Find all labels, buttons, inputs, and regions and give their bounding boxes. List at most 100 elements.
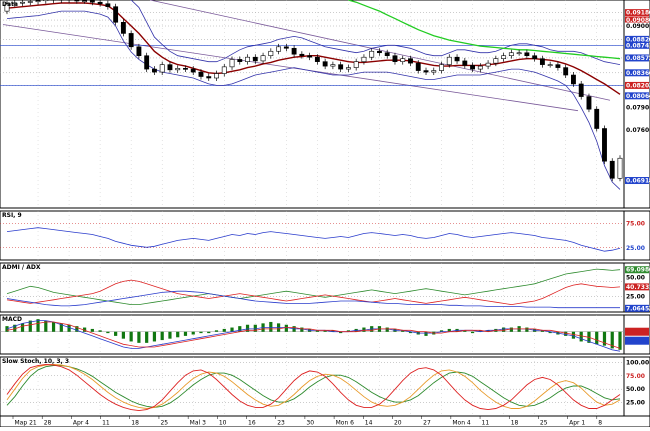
date-tick-label: 30 <box>306 420 314 427</box>
candle-body <box>207 77 211 78</box>
date-tick-label: 18 <box>511 420 519 427</box>
date-tick-label: 14 <box>365 420 373 427</box>
candle-body <box>253 57 257 61</box>
date-tick-label: Mal 3 <box>190 420 206 427</box>
macd-panel: MACD <box>0 315 650 354</box>
stoch-tick-label: 50.00 <box>626 386 645 393</box>
macd-histogram-bar <box>618 332 621 350</box>
macd-histogram-bar <box>285 325 288 332</box>
candle-body <box>408 59 412 63</box>
macd-histogram-bar <box>184 332 187 336</box>
candle-body <box>261 56 265 61</box>
macd-histogram-bar <box>386 328 389 332</box>
candle-body <box>191 69 195 72</box>
macd-histogram-bar <box>145 332 148 343</box>
candle-body <box>300 54 304 55</box>
candle-body <box>168 65 172 70</box>
candle-body <box>362 57 366 61</box>
rsi-panel-title: RSI, 9 <box>2 212 22 219</box>
candle-body <box>90 1 94 2</box>
macd-histogram-bar <box>502 328 505 332</box>
candle-body <box>439 65 443 71</box>
macd-panel-frame <box>0 315 624 354</box>
candle-body <box>377 51 381 52</box>
macd-histogram-bar <box>153 332 156 342</box>
candle-body <box>292 48 296 54</box>
candle-body <box>447 57 451 64</box>
candle-body <box>602 129 606 162</box>
candle-body <box>401 59 405 62</box>
adx-tick-label: 50.00 <box>626 275 645 282</box>
stoch-panel: Slow Stoch, 10, 3, 3100.0075.0050.0025.0… <box>0 357 650 416</box>
candle-body <box>160 65 164 72</box>
candle-body <box>424 71 428 72</box>
candle-body <box>145 56 149 69</box>
candle-body <box>199 72 203 76</box>
candle-body <box>276 47 280 51</box>
adx-panel-title: ADMI / ADX <box>2 264 41 271</box>
macd-histogram-bar <box>199 332 202 333</box>
price-tick-label: 0.09180 <box>626 10 650 17</box>
rsi-panel-frame <box>0 211 624 260</box>
adx-green-readout: 69.09860 <box>626 267 650 274</box>
price-tick-label: 0.07900 <box>626 105 650 112</box>
candle-body <box>284 47 288 48</box>
candle-body <box>176 68 180 69</box>
candle-body <box>106 4 110 7</box>
macd-histogram-bar <box>362 328 365 332</box>
macd-readout-blue <box>625 337 649 345</box>
macd-histogram-bar <box>106 332 109 333</box>
candle-body <box>370 51 374 57</box>
candle-body <box>525 53 529 56</box>
candle-body <box>183 68 187 69</box>
rsi-panel: RSI, 975.0025.00 <box>0 211 650 260</box>
candle-body <box>354 62 358 68</box>
candle-body <box>222 67 226 74</box>
rsi-tick-label: 75.00 <box>626 220 645 227</box>
candle-body <box>137 47 141 56</box>
price-tick-label: 0.09000 <box>626 23 650 30</box>
date-axis: Map 2128Apr 4111825Mal 310162330Mon 6142… <box>0 416 650 427</box>
macd-histogram-bar <box>223 329 226 332</box>
candle-body <box>618 158 622 178</box>
macd-histogram-bar <box>230 328 233 332</box>
macd-histogram-bar <box>215 330 218 331</box>
technical-chart: Data0.091800.090800.090000.088200.087410… <box>0 0 650 427</box>
macd-histogram-bar <box>595 332 598 345</box>
price-tick-label: 0.08572 <box>626 55 650 62</box>
candle-body <box>494 59 498 63</box>
macd-histogram-bar <box>572 332 575 339</box>
macd-histogram-bar <box>137 332 140 343</box>
price-tick-label: 0.08064 <box>626 93 650 100</box>
date-tick-label: Mon 6 <box>336 420 355 427</box>
price-tick-label: 0.07600 <box>626 127 650 134</box>
candle-body <box>486 63 490 66</box>
date-tick-label: 11 <box>102 420 110 427</box>
stoch-panel-title: Slow Stoch, 10, 3, 3 <box>2 358 69 365</box>
candle-body <box>339 65 343 69</box>
candle-body <box>393 56 397 62</box>
macd-histogram-bar <box>5 326 8 332</box>
candle-body <box>463 61 467 65</box>
macd-panel-title: MACD <box>2 316 22 323</box>
candle-body <box>470 65 474 69</box>
candle-body <box>238 59 242 61</box>
stoch-tick-label: 25.00 <box>626 400 645 407</box>
chart-svg: Data0.091800.090800.090000.088200.087410… <box>0 0 650 427</box>
macd-histogram-bar <box>91 329 94 332</box>
stoch-tick-label: 100.00 <box>626 359 649 366</box>
macd-histogram-bar <box>122 332 125 339</box>
macd-histogram-bar <box>564 332 567 336</box>
date-tick-label: 8 <box>598 420 602 427</box>
date-tick-label: 18 <box>131 420 139 427</box>
adx-panel-frame <box>0 263 624 312</box>
candle-body <box>214 74 218 78</box>
candle-body <box>44 0 48 1</box>
date-tick-label: Apr 1 <box>569 420 585 427</box>
candle-body <box>564 68 568 75</box>
macd-histogram-bar <box>300 328 303 332</box>
date-tick-label: 11 <box>482 420 490 427</box>
candle-body <box>36 1 40 2</box>
adx-red-readout: 40.73312 <box>626 284 650 291</box>
macd-histogram-bar <box>269 322 272 332</box>
